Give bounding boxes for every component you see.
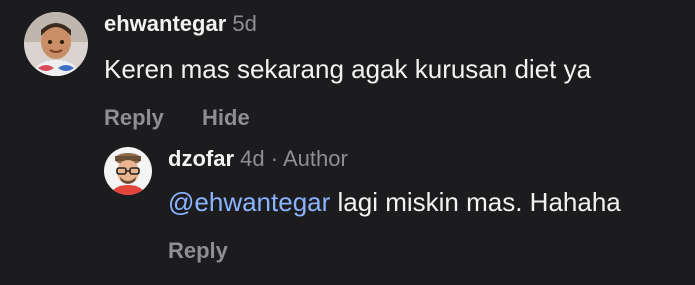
timestamp: 5d xyxy=(232,11,257,36)
comment-text: Keren mas sekarang agak kurusan diet ya xyxy=(104,54,592,84)
username[interactable]: ehwantegar xyxy=(104,11,226,36)
reply-content: dzofar 4d · Author @ehwantegar lagi misk… xyxy=(168,145,621,265)
avatar-child-photo-icon xyxy=(24,12,88,76)
author-badge: Author xyxy=(282,146,348,171)
hide-button[interactable]: Hide xyxy=(202,105,250,130)
comment-meta: ehwantegar 5d xyxy=(104,10,591,38)
comment-content: ehwantegar 5d Keren mas sekarang agak ku… xyxy=(104,10,591,132)
reply-text: @ehwantegar lagi miskin mas. Hahaha xyxy=(168,185,621,219)
timestamp: 4d xyxy=(240,146,265,171)
avatar-cartoon-person-icon xyxy=(104,147,152,195)
reply-button[interactable]: Reply xyxy=(104,105,164,130)
reply-button[interactable]: Reply xyxy=(168,238,228,263)
username[interactable]: dzofar xyxy=(168,146,234,171)
user-avatar[interactable] xyxy=(104,147,152,195)
comment-actions: Reply Hide xyxy=(104,104,591,132)
separator-dot: · xyxy=(270,146,279,171)
user-avatar[interactable] xyxy=(24,12,88,76)
reply-body: lagi miskin mas. Hahaha xyxy=(337,187,621,217)
reply-actions: Reply xyxy=(168,237,621,265)
reply-meta: dzofar 4d · Author xyxy=(168,145,621,173)
mention-link[interactable]: @ehwantegar xyxy=(168,187,330,217)
